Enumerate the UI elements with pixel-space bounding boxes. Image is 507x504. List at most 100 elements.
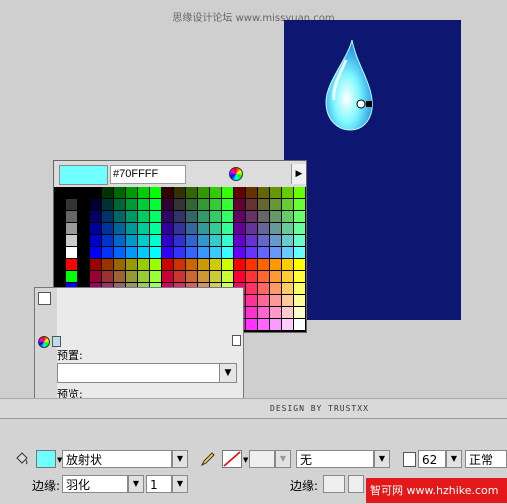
color-swatch-cell[interactable] <box>198 187 209 198</box>
fill-type-select[interactable]: 放射状 <box>62 450 172 468</box>
opacity-input[interactable]: 62 <box>418 450 446 468</box>
preset-select[interactable]: ▼ <box>57 363 237 383</box>
color-swatch-cell[interactable] <box>138 211 149 222</box>
color-swatch-cell[interactable] <box>138 223 149 234</box>
chevron-down-icon[interactable]: ▼ <box>374 450 390 468</box>
color-swatch-cell[interactable] <box>246 259 257 270</box>
color-swatch-cell[interactable] <box>78 187 89 198</box>
color-swatch-cell[interactable] <box>246 187 257 198</box>
color-swatch-cell[interactable] <box>102 259 113 270</box>
color-swatch-cell[interactable] <box>282 187 293 198</box>
color-swatch-cell[interactable] <box>102 199 113 210</box>
color-swatch-cell[interactable] <box>174 247 185 258</box>
color-swatch-cell[interactable] <box>150 223 161 234</box>
color-swatch-cell[interactable] <box>66 259 77 270</box>
color-swatch-cell[interactable] <box>150 187 161 198</box>
color-swatch-cell[interactable] <box>258 223 269 234</box>
color-swatch-cell[interactable] <box>78 199 89 210</box>
stroke-style-select[interactable]: 无 <box>296 450 374 468</box>
color-swatch-cell[interactable] <box>258 187 269 198</box>
color-swatch-cell[interactable] <box>114 199 125 210</box>
color-swatch-cell[interactable] <box>102 187 113 198</box>
color-swatch-cell[interactable] <box>150 211 161 222</box>
chevron-down-icon[interactable]: ▼ <box>219 364 236 382</box>
water-drop-shape[interactable] <box>318 38 378 134</box>
color-swatch-cell[interactable] <box>186 259 197 270</box>
color-swatch-cell[interactable] <box>114 259 125 270</box>
color-swatch-cell[interactable] <box>246 271 257 282</box>
color-swatch-cell[interactable] <box>198 271 209 282</box>
color-swatch-cell[interactable] <box>294 199 305 210</box>
color-swatch-cell[interactable] <box>270 295 281 306</box>
stroke-edge-input[interactable] <box>323 475 345 493</box>
color-swatch-cell[interactable] <box>270 187 281 198</box>
color-swatch-cell[interactable] <box>294 283 305 294</box>
picker-menu-arrow-icon[interactable]: ▶ <box>291 164 306 184</box>
chevron-down-icon[interactable]: ▼ <box>172 475 188 493</box>
color-swatch-cell[interactable] <box>258 295 269 306</box>
pencil-icon[interactable] <box>200 451 216 467</box>
color-swatch-cell[interactable] <box>54 247 65 258</box>
color-swatch-cell[interactable] <box>150 247 161 258</box>
color-swatch-cell[interactable] <box>90 271 101 282</box>
color-swatch-cell[interactable] <box>174 259 185 270</box>
color-swatch-cell[interactable] <box>258 259 269 270</box>
color-swatch-cell[interactable] <box>246 235 257 246</box>
color-swatch-cell[interactable] <box>78 211 89 222</box>
chevron-down-icon[interactable]: ▼ <box>446 450 462 468</box>
color-swatch-cell[interactable] <box>162 187 173 198</box>
color-swatch-cell[interactable] <box>138 247 149 258</box>
color-swatch-cell[interactable] <box>186 211 197 222</box>
color-swatch-cell[interactable] <box>66 247 77 258</box>
color-swatch-cell[interactable] <box>198 223 209 234</box>
color-swatch-cell[interactable] <box>186 271 197 282</box>
color-swatch-cell[interactable] <box>150 235 161 246</box>
color-swatch-cell[interactable] <box>270 199 281 210</box>
stroke-edge-input-2[interactable] <box>348 475 364 493</box>
hex-color-input[interactable]: #70FFFF <box>110 165 186 184</box>
color-swatch-cell[interactable] <box>258 247 269 258</box>
color-swatch-cell[interactable] <box>126 211 137 222</box>
color-swatch-cell[interactable] <box>222 247 233 258</box>
chevron-down-icon[interactable]: ▼ <box>128 475 144 493</box>
color-swatch-cell[interactable] <box>246 199 257 210</box>
color-swatch-cell[interactable] <box>114 187 125 198</box>
color-swatch-cell[interactable] <box>282 211 293 222</box>
color-swatch-cell[interactable] <box>174 187 185 198</box>
color-swatch-cell[interactable] <box>234 223 245 234</box>
color-swatch-cell[interactable] <box>222 271 233 282</box>
color-swatch-cell[interactable] <box>162 235 173 246</box>
color-swatch-cell[interactable] <box>90 199 101 210</box>
color-swatch-cell[interactable] <box>174 223 185 234</box>
color-swatch-cell[interactable] <box>126 187 137 198</box>
edge-type-select[interactable]: 羽化 <box>62 475 128 493</box>
color-swatch-cell[interactable] <box>222 223 233 234</box>
color-swatch-cell[interactable] <box>294 211 305 222</box>
color-swatch-cell[interactable] <box>210 211 221 222</box>
color-swatch-cell[interactable] <box>282 259 293 270</box>
color-swatch-cell[interactable] <box>246 319 257 330</box>
color-swatch-cell[interactable] <box>78 271 89 282</box>
color-swatch-cell[interactable] <box>270 211 281 222</box>
color-swatch-cell[interactable] <box>186 223 197 234</box>
color-swatch-cell[interactable] <box>282 307 293 318</box>
blend-mode-select[interactable]: 正常 <box>465 450 507 468</box>
color-swatch-cell[interactable] <box>78 235 89 246</box>
color-swatch-cell[interactable] <box>270 235 281 246</box>
color-swatch-cell[interactable] <box>66 271 77 282</box>
color-swatch-cell[interactable] <box>150 271 161 282</box>
color-swatch-cell[interactable] <box>198 199 209 210</box>
color-swatch-cell[interactable] <box>66 199 77 210</box>
color-swatch-cell[interactable] <box>54 211 65 222</box>
color-swatch-cell[interactable] <box>246 223 257 234</box>
color-swatch-cell[interactable] <box>90 187 101 198</box>
color-swatch-cell[interactable] <box>162 211 173 222</box>
color-swatch-cell[interactable] <box>222 211 233 222</box>
color-swatch-cell[interactable] <box>126 199 137 210</box>
color-swatch-cell[interactable] <box>54 271 65 282</box>
color-swatch-cell[interactable] <box>282 271 293 282</box>
color-swatch-cell[interactable] <box>270 307 281 318</box>
color-swatch-cell[interactable] <box>162 247 173 258</box>
color-swatch-cell[interactable] <box>294 295 305 306</box>
color-swatch-cell[interactable] <box>126 235 137 246</box>
